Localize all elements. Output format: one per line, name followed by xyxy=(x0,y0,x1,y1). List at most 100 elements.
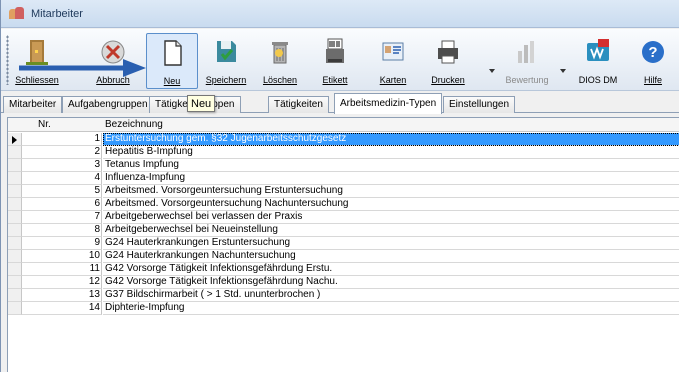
table-row[interactable]: 4 Influenza-Impfung xyxy=(8,172,679,185)
row-indicator[interactable] xyxy=(8,211,22,224)
row-indicator[interactable] xyxy=(8,172,22,185)
table-row[interactable]: 1 Erstuntersuchung gem. §32 Jugenarbeitss… xyxy=(8,133,679,146)
label-button-label: Etikett xyxy=(322,75,348,85)
grid-header: Nr. Bezeichnung xyxy=(8,118,679,132)
cell-bezeichnung[interactable]: Tetanus Impfung xyxy=(103,159,679,172)
row-indicator[interactable] xyxy=(8,224,22,237)
cell-bezeichnung[interactable]: G42 Vorsorge Tätigkeit Infektionsgefährd… xyxy=(103,263,679,276)
cell-bezeichnung[interactable]: Arbeitgeberwechsel bei Neueinstellung xyxy=(103,224,679,237)
label-printer-icon xyxy=(326,38,344,63)
table-row[interactable]: 9 G24 Hauterkrankungen Erstuntersuchung xyxy=(8,237,679,250)
cell-bezeichnung[interactable]: Arbeitgeberwechsel bei verlassen der Pra… xyxy=(103,211,679,224)
help-button-label: Hilfe xyxy=(643,75,662,85)
table-row[interactable]: 3 Tetanus Impfung xyxy=(8,159,679,172)
cell-nr[interactable]: 7 xyxy=(22,211,102,224)
rating-button[interactable]: Bewertung xyxy=(499,33,555,89)
table-row[interactable]: 6 Arbeitsmed. Vorsorgeuntersuchung Nachun… xyxy=(8,198,679,211)
row-indicator[interactable] xyxy=(8,159,22,172)
cell-bezeichnung[interactable]: Diphterie-Impfung xyxy=(103,302,679,315)
table-row[interactable]: 14 Diphterie-Impfung xyxy=(8,302,679,315)
row-indicator[interactable] xyxy=(8,133,22,146)
app-icon xyxy=(9,6,25,21)
save-button-label: Speichern xyxy=(205,75,247,85)
cell-nr[interactable]: 4 xyxy=(22,172,102,185)
table-row[interactable]: 10 G24 Hauterkrankungen Nachuntersuchung xyxy=(8,250,679,263)
cell-nr[interactable]: 6 xyxy=(22,198,102,211)
cell-nr[interactable]: 5 xyxy=(22,185,102,198)
tab-arbeitsmedizin-typen[interactable]: Arbeitsmedizin-Typen xyxy=(334,93,443,114)
cell-bezeichnung[interactable]: G37 Bildschirmarbeit ( > 1 Std. ununterb… xyxy=(103,289,679,302)
toolbar-grip[interactable] xyxy=(6,35,9,85)
table-row[interactable]: 11 G42 Vorsorge Tätigkeit Infektionsgefäh… xyxy=(8,263,679,276)
cards-button[interactable]: Karten xyxy=(371,33,415,89)
delete-button[interactable]: Löschen xyxy=(258,33,302,89)
window-title: Mitarbeiter xyxy=(31,7,83,20)
cell-bezeichnung[interactable]: Influenza-Impfung xyxy=(103,172,679,185)
dios-dm-button-label: DIOS DM xyxy=(578,75,618,85)
cell-nr[interactable]: 11 xyxy=(22,263,102,276)
main-window: Mitarbeiter Schliessen Abbruch Neu Speic… xyxy=(0,0,679,372)
table-row[interactable]: 5 Arbeitsmed. Vorsorgeuntersuchung Erstun… xyxy=(8,185,679,198)
delete-button-label: Löschen xyxy=(262,75,298,85)
cell-nr[interactable]: 2 xyxy=(22,146,102,159)
row-indicator[interactable] xyxy=(8,302,22,315)
dios-dm-icon xyxy=(587,39,609,61)
print-dropdown-arrow[interactable] xyxy=(489,69,495,73)
tab-mitarbeiter[interactable]: Mitarbeiter xyxy=(3,96,63,113)
cards-icon xyxy=(382,42,404,61)
cell-nr[interactable]: 14 xyxy=(22,302,102,315)
cell-bezeichnung[interactable]: Hepatitis B-Impfung xyxy=(103,146,679,159)
row-indicator[interactable] xyxy=(8,198,22,211)
column-header-bezeichnung[interactable]: Bezeichnung xyxy=(105,118,163,132)
new-button-label: Neu xyxy=(163,76,181,86)
cell-nr[interactable]: 8 xyxy=(22,224,102,237)
title-bar: Mitarbeiter xyxy=(1,0,679,28)
rating-dropdown-arrow[interactable] xyxy=(560,69,566,73)
cell-nr[interactable]: 1 xyxy=(22,133,102,146)
cell-bezeichnung[interactable]: Erstuntersuchung gem. §32 Jugenarbeitssc… xyxy=(103,133,679,146)
save-button[interactable]: Speichern xyxy=(204,33,248,89)
cell-bezeichnung[interactable]: Arbeitsmed. Vorsorgeuntersuchung Erstunt… xyxy=(103,185,679,198)
cell-nr[interactable]: 13 xyxy=(22,289,102,302)
print-button[interactable]: Drucken xyxy=(426,33,470,89)
svg-text:?: ? xyxy=(648,44,657,61)
annotation-arrow-icon xyxy=(19,59,146,77)
table-row[interactable]: 2 Hepatitis B-Impfung xyxy=(8,146,679,159)
tab-einstellungen[interactable]: Einstellungen xyxy=(443,96,516,113)
table-row[interactable]: 12 G42 Vorsorge Tätigkeit Infektionsgefäh… xyxy=(8,276,679,289)
help-icon: ? xyxy=(642,41,664,63)
cell-nr[interactable]: 12 xyxy=(22,276,102,289)
cell-nr[interactable]: 10 xyxy=(22,250,102,263)
cards-button-label: Karten xyxy=(379,75,407,85)
save-icon xyxy=(217,41,236,62)
row-indicator[interactable] xyxy=(8,289,22,302)
cell-bezeichnung[interactable]: G42 Vorsorge Tätigkeit Infektionsgefährd… xyxy=(103,276,679,289)
tab-taetigkeiten[interactable]: Tätigkeiten xyxy=(268,96,329,113)
current-row-pointer-icon xyxy=(12,136,17,144)
row-indicator[interactable] xyxy=(8,250,22,263)
column-header-nr[interactable]: Nr. xyxy=(38,118,51,132)
new-button[interactable]: Neu xyxy=(146,33,198,89)
table-row[interactable]: 13 G37 Bildschirmarbeit ( > 1 Std. ununte… xyxy=(8,289,679,302)
cell-bezeichnung[interactable]: G24 Hauterkrankungen Nachuntersuchung xyxy=(103,250,679,263)
table-row[interactable]: 7 Arbeitgeberwechsel bei verlassen der Pr… xyxy=(8,211,679,224)
cell-bezeichnung[interactable]: Arbeitsmed. Vorsorgeuntersuchung Nachunt… xyxy=(103,198,679,211)
print-button-label: Drucken xyxy=(431,75,465,85)
cell-nr[interactable]: 3 xyxy=(22,159,102,172)
printer-icon xyxy=(438,40,458,64)
types-grid: Nr. Bezeichnung 1 Erstuntersuchung gem. §… xyxy=(7,117,679,372)
row-indicator[interactable] xyxy=(8,263,22,276)
row-indicator[interactable] xyxy=(8,237,22,250)
tab-strip: Mitarbeiter Aufgabengruppen Tätigkeitsgr… xyxy=(1,93,679,114)
dios-dm-button[interactable]: DIOS DM xyxy=(571,33,625,89)
row-indicator[interactable] xyxy=(8,185,22,198)
cell-nr[interactable]: 9 xyxy=(22,237,102,250)
trash-icon xyxy=(272,42,288,64)
cell-bezeichnung[interactable]: G24 Hauterkrankungen Erstuntersuchung xyxy=(103,237,679,250)
label-button[interactable]: Etikett xyxy=(313,33,357,89)
row-indicator[interactable] xyxy=(8,146,22,159)
table-row[interactable]: 8 Arbeitgeberwechsel bei Neueinstellung xyxy=(8,224,679,237)
tab-aufgabengruppen[interactable]: Aufgabengruppen xyxy=(62,96,154,113)
help-button[interactable]: ? Hilfe xyxy=(631,33,675,89)
row-indicator[interactable] xyxy=(8,276,22,289)
